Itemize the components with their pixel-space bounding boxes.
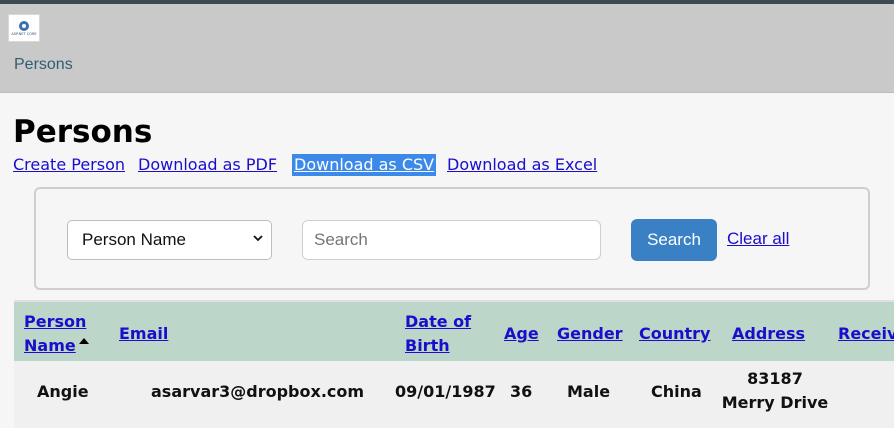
- table-header-row: Person Name Email Date of Birth Age Gend…: [14, 300, 894, 361]
- logo-icon: [19, 20, 29, 31]
- column-header-date-of-birth[interactable]: Date of Birth: [405, 310, 475, 358]
- column-header-age[interactable]: Age: [504, 322, 539, 346]
- cell-address: 83187 Merry Drive: [721, 369, 829, 412]
- search-field-select[interactable]: Person Name: [67, 220, 272, 260]
- download-excel-link[interactable]: Download as Excel: [447, 154, 597, 176]
- column-header-country[interactable]: Country: [639, 322, 710, 346]
- search-button[interactable]: Search: [631, 219, 717, 261]
- search-panel: Person Name Search Clear all: [34, 187, 870, 290]
- cell-email: asarvar3@dropbox.com: [151, 382, 365, 401]
- nav-link-persons[interactable]: Persons: [14, 56, 73, 74]
- search-field-value: Person Name: [82, 230, 186, 249]
- cell-country: China: [651, 382, 702, 401]
- create-person-link[interactable]: Create Person: [13, 154, 125, 176]
- cell-date-of-birth: 09/01/1987: [395, 382, 496, 401]
- app-header: ASP.NET CORE Persons: [0, 4, 894, 93]
- clear-all-link[interactable]: Clear all: [727, 229, 789, 249]
- cell-gender: Male: [567, 382, 611, 401]
- column-header-email[interactable]: Email: [119, 322, 168, 346]
- sort-ascending-icon: [79, 338, 89, 344]
- column-header-address[interactable]: Address: [732, 322, 805, 346]
- search-input[interactable]: [302, 220, 601, 260]
- cell-age: 36: [510, 382, 533, 401]
- column-header-person-name[interactable]: Person Name: [24, 310, 94, 358]
- logo-text: ASP.NET CORE: [11, 31, 37, 36]
- download-csv-link[interactable]: Download as CSV: [292, 154, 437, 176]
- download-pdf-link[interactable]: Download as PDF: [138, 154, 277, 176]
- page-title: Persons: [13, 114, 153, 150]
- persons-table: Person Name Email Date of Birth Age Gend…: [14, 300, 894, 428]
- column-header-gender[interactable]: Gender: [557, 322, 623, 346]
- table-row: Angie asarvar3@dropbox.com 09/01/1987 36…: [14, 361, 894, 428]
- cell-person-name: Angie: [37, 382, 89, 401]
- chevron-down-icon: [253, 235, 263, 242]
- column-header-receive[interactable]: Receive: [838, 322, 894, 346]
- app-logo[interactable]: ASP.NET CORE: [8, 14, 40, 42]
